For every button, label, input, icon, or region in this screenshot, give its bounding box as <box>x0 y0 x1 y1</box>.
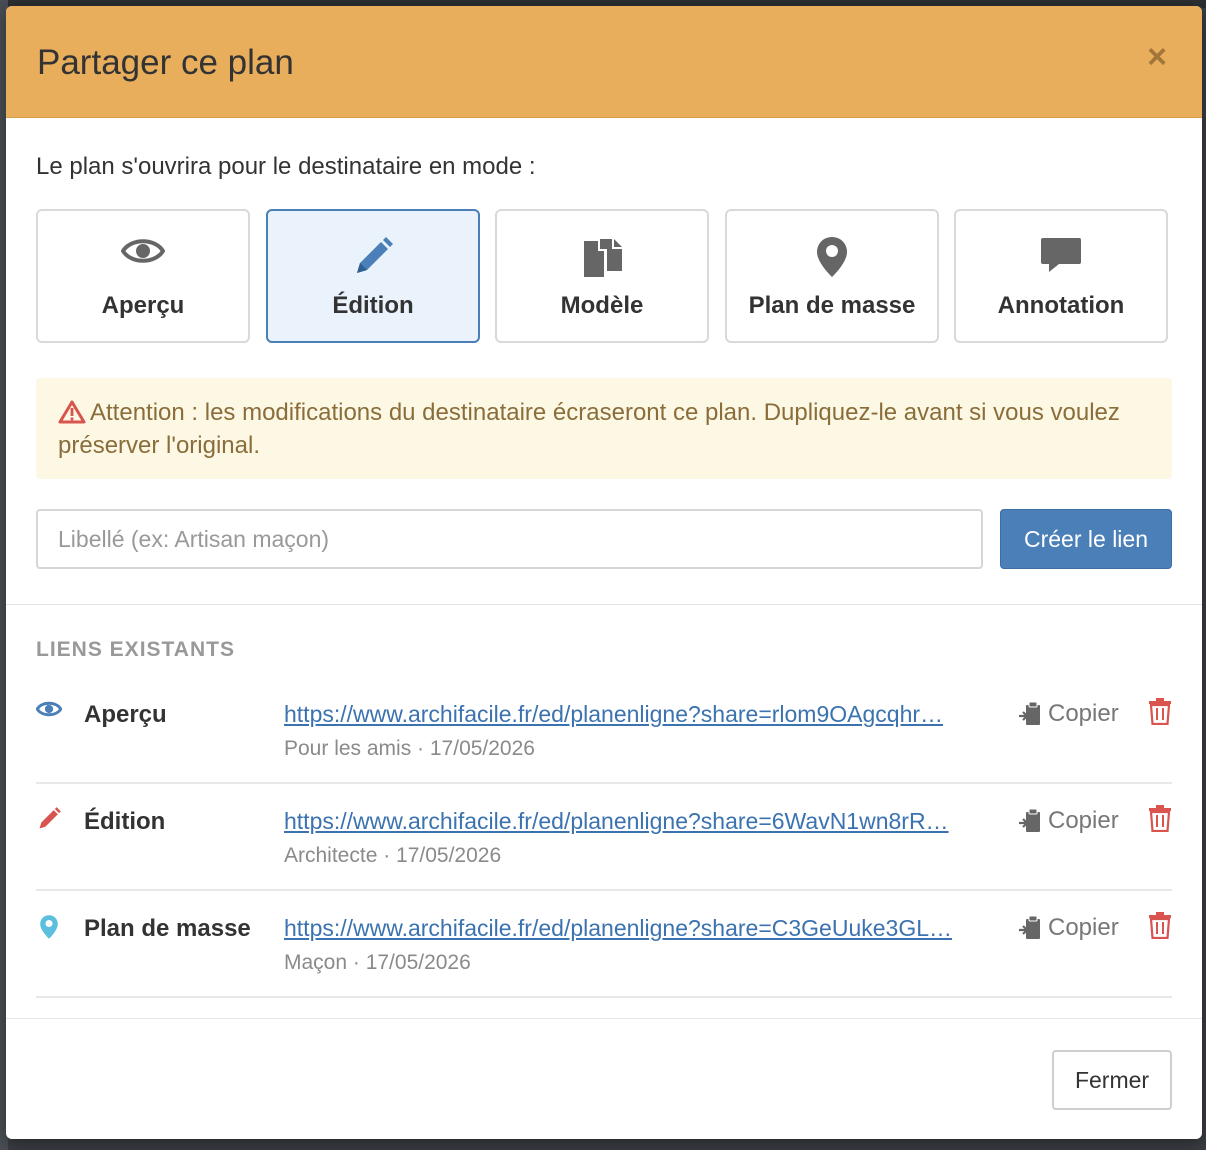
link-row: Aperçu https://www.archifacile.fr/ed/pla… <box>36 677 1172 784</box>
modal-title: Partager ce plan <box>37 43 294 82</box>
mode-option-label: Annotation <box>997 292 1125 319</box>
link-mode: Plan de masse <box>84 915 251 942</box>
mode-option-edition[interactable]: Édition <box>266 209 480 343</box>
clipboard-icon <box>1019 808 1040 832</box>
eye-icon <box>121 239 165 263</box>
map-pin-icon <box>817 237 847 277</box>
clipboard-icon <box>1019 701 1040 725</box>
link-mode: Aperçu <box>84 701 167 728</box>
mode-selector: Aperçu Édition Modèle Plan de masse Anno… <box>36 209 1172 347</box>
divider <box>6 604 1202 605</box>
modal-header: Partager ce plan × <box>6 6 1202 118</box>
mode-option-annotation[interactable]: Annotation <box>954 209 1168 343</box>
warning-icon <box>58 400 86 424</box>
link-row: Édition https://www.archifacile.fr/ed/pl… <box>36 784 1172 891</box>
warning-alert: Attention : les modifications du destina… <box>36 378 1172 479</box>
mode-option-apercu[interactable]: Aperçu <box>36 209 250 343</box>
link-mode: Édition <box>84 808 166 835</box>
mode-option-modele[interactable]: Modèle <box>495 209 709 343</box>
link-row: Plan de masse https://www.archifacile.fr… <box>36 891 1172 998</box>
mode-option-label: Modèle <box>560 292 644 319</box>
link-meta: Maçon · 17/05/2026 <box>284 951 471 974</box>
eye-icon <box>36 701 62 717</box>
pencil-icon <box>39 807 61 829</box>
close-button[interactable]: Fermer <box>1052 1050 1172 1110</box>
comment-icon <box>1041 238 1081 272</box>
map-pin-icon <box>40 915 58 939</box>
share-link[interactable]: https://www.archifacile.fr/ed/planenlign… <box>284 808 992 835</box>
intro-text: Le plan s'ouvrira pour le destinataire e… <box>36 153 536 180</box>
label-input[interactable] <box>36 509 983 569</box>
create-link-button[interactable]: Créer le lien <box>1000 509 1172 569</box>
trash-icon[interactable] <box>1148 804 1172 837</box>
share-link[interactable]: https://www.archifacile.fr/ed/planenlign… <box>284 915 992 942</box>
warning-text: Attention : les modifications du destina… <box>58 399 1120 459</box>
footer-divider <box>6 1018 1202 1019</box>
trash-icon[interactable] <box>1148 911 1172 944</box>
clipboard-icon <box>1019 915 1040 939</box>
copy-button[interactable]: Copier <box>1018 804 1119 838</box>
link-meta: Architecte · 17/05/2026 <box>284 844 502 867</box>
section-title: LIENS EXISTANTS <box>36 638 235 661</box>
copy-label: Copier <box>1048 807 1119 834</box>
close-icon[interactable]: × <box>1142 40 1172 74</box>
mode-option-label: Plan de masse <box>748 292 916 319</box>
copy-button[interactable]: Copier <box>1018 697 1119 731</box>
trash-icon[interactable] <box>1148 697 1172 730</box>
share-link[interactable]: https://www.archifacile.fr/ed/planenlign… <box>284 701 992 728</box>
mode-option-label: Édition <box>332 292 414 319</box>
copy-label: Copier <box>1048 914 1119 941</box>
share-modal: Partager ce plan × Le plan s'ouvrira pou… <box>6 6 1202 1139</box>
copy-button[interactable]: Copier <box>1018 911 1119 945</box>
existing-links-list: Aperçu https://www.archifacile.fr/ed/pla… <box>36 677 1172 998</box>
mode-option-label: Aperçu <box>101 292 185 319</box>
link-meta: Pour les amis · 17/05/2026 <box>284 737 535 760</box>
mode-option-plan-de-masse[interactable]: Plan de masse <box>725 209 939 343</box>
pencil-icon <box>357 237 393 273</box>
copy-label: Copier <box>1048 700 1119 727</box>
copy-icon <box>584 239 622 277</box>
